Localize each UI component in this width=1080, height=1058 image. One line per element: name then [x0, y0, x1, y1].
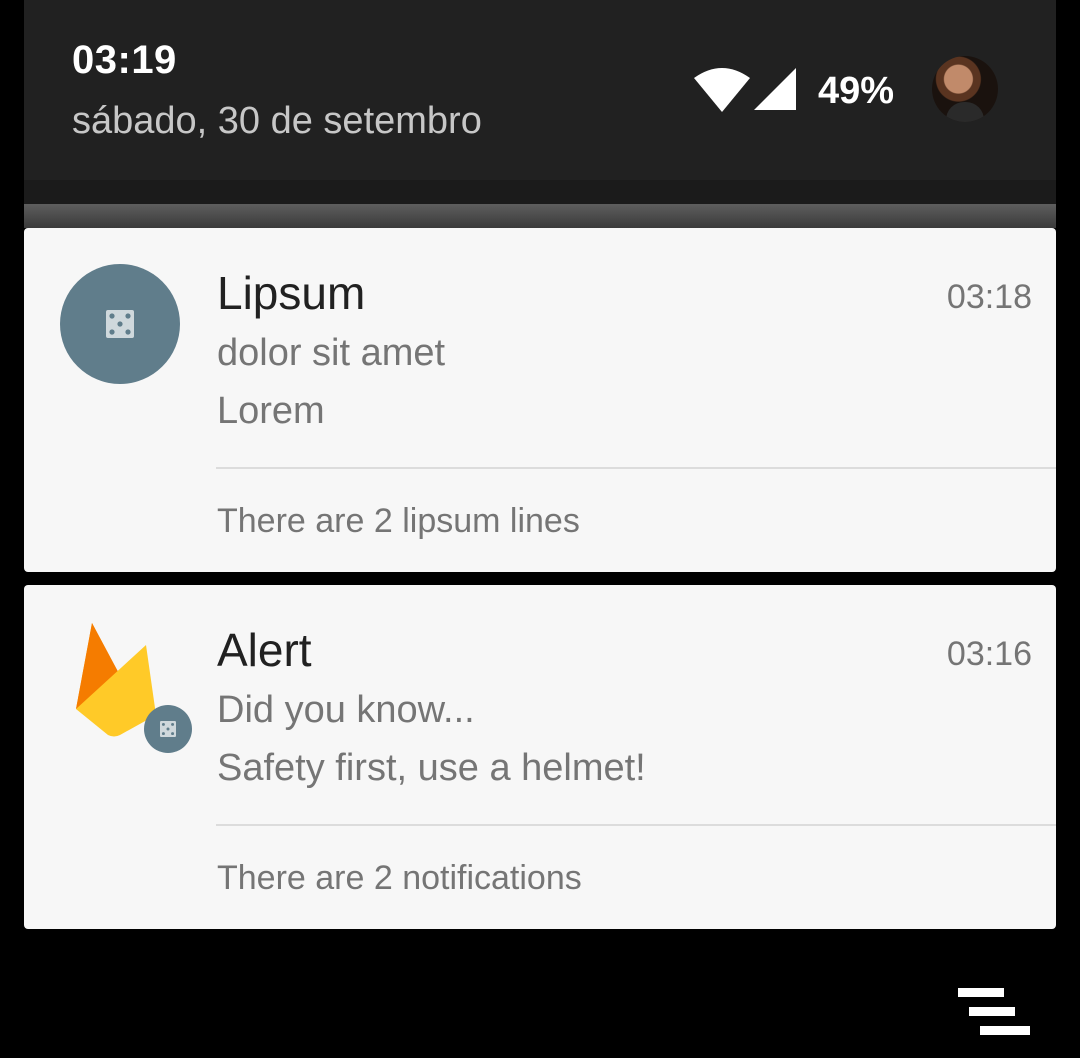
notification-card[interactable]: Lipsum 03:18 dolor sit amet Lorem There …: [24, 228, 1056, 572]
notification-shade: 03:19 sábado, 30 de setembro 49% Lipsum …: [0, 0, 1080, 1058]
avatar[interactable]: [932, 56, 998, 122]
notification-summary: There are 2 lipsum lines: [217, 502, 580, 540]
battery-percentage: 49%: [818, 70, 895, 112]
clock: 03:19: [72, 38, 177, 82]
quick-settings-strip: [24, 180, 1056, 204]
date[interactable]: sábado, 30 de setembro: [72, 100, 482, 143]
dice-icon: [106, 310, 134, 338]
app-icon-circle: [60, 264, 180, 384]
notification-title: Alert: [217, 624, 312, 676]
wifi-icon: [694, 68, 750, 112]
notification-line: Safety first, use a helmet!: [217, 747, 646, 789]
notification-line: Did you know...: [217, 689, 475, 731]
notification-summary: There are 2 notifications: [217, 859, 582, 897]
notification-card[interactable]: Alert 03:16 Did you know... Safety first…: [24, 585, 1056, 929]
clear-all-icon[interactable]: [958, 988, 1030, 1040]
quick-settings-header[interactable]: [24, 0, 1056, 180]
notification-line: dolor sit amet: [217, 332, 446, 374]
notification-title: Lipsum: [217, 267, 366, 319]
notification-time: 03:16: [946, 635, 1032, 673]
notification-time: 03:18: [946, 278, 1032, 316]
divider: [216, 467, 1056, 469]
divider: [216, 824, 1056, 826]
signal-icon: [754, 68, 796, 110]
dice-icon: [160, 721, 176, 737]
app-badge: [144, 705, 192, 753]
notification-line: Lorem: [217, 390, 325, 432]
header-shadow: [24, 204, 1056, 228]
